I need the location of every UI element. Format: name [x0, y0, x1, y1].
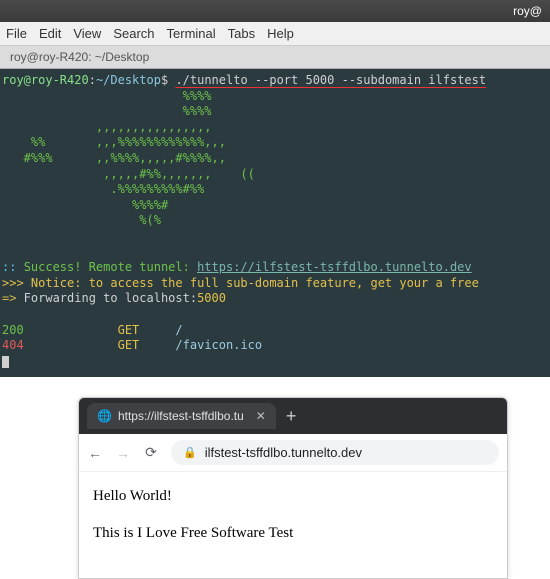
success-label: Success! Remote tunnel: — [24, 260, 197, 274]
reload-icon[interactable]: ⟳ — [143, 444, 159, 461]
browser-tab-title: https://ilfstest-tsffdlbo.tu — [118, 409, 244, 423]
command-text: ./tunnelto --port 5000 --subdomain ilfst… — [175, 73, 486, 87]
menu-bar: File Edit View Search Terminal Tabs Help — [0, 22, 550, 46]
log-status-0: 200 — [2, 323, 24, 337]
terminal-tab[interactable]: roy@roy-R420: ~/Desktop — [10, 50, 149, 64]
menu-terminal[interactable]: Terminal — [167, 26, 216, 41]
log-status-1: 404 — [2, 338, 24, 352]
menu-file[interactable]: File — [6, 26, 27, 41]
window-titlebar: roy@ — [0, 0, 550, 22]
window-title: roy@ — [513, 4, 542, 18]
notice-text: Notice: to access the full sub-domain fe… — [31, 276, 486, 290]
log-method-1: GET — [118, 338, 140, 352]
globe-icon: 🌐 — [97, 409, 112, 423]
page-line-1: Hello World! — [93, 488, 493, 505]
new-tab-button[interactable]: + — [276, 406, 307, 427]
menu-search[interactable]: Search — [113, 26, 154, 41]
terminal-cursor — [2, 356, 9, 368]
lock-icon: 🔒 — [183, 446, 197, 459]
forward-text: Forwarding to localhost: — [16, 291, 197, 305]
notice-prefix: >>> — [2, 276, 31, 290]
browser-tab[interactable]: 🌐 https://ilfstest-tsffdlbo.tu ✕ — [87, 403, 276, 429]
menu-edit[interactable]: Edit — [39, 26, 61, 41]
close-icon[interactable]: ✕ — [256, 409, 266, 423]
page-body: Hello World! This is I Love Free Softwar… — [79, 472, 507, 578]
log-path-0: / — [175, 323, 182, 337]
url-text: ilfstest-tsffdlbo.tunnelto.dev — [205, 445, 362, 460]
browser-tabstrip: 🌐 https://ilfstest-tsffdlbo.tu ✕ + — [79, 398, 507, 434]
forward-arrow: => — [2, 291, 16, 305]
log-path-1: /favicon.ico — [175, 338, 262, 352]
success-bullet: :: — [2, 260, 16, 274]
menu-tabs[interactable]: Tabs — [228, 26, 255, 41]
prompt-userhost: roy@roy-R420 — [2, 73, 89, 87]
forward-port: 5000 — [197, 291, 226, 305]
back-icon[interactable]: ← — [87, 445, 103, 461]
prompt-path: ~/Desktop — [96, 73, 161, 87]
page-line-2: This is I Love Free Software Test — [93, 525, 493, 542]
menu-help[interactable]: Help — [267, 26, 294, 41]
log-method-0: GET — [118, 323, 140, 337]
forward-icon[interactable]: → — [115, 445, 131, 461]
prompt-dollar: $ — [161, 73, 168, 87]
terminal-content[interactable]: roy@roy-R420:~/Desktop$ ./tunnelto --por… — [0, 69, 550, 377]
prompt-sep: : — [89, 73, 96, 87]
tunnel-url: https://ilfstest-tsffdlbo.tunnelto.dev — [197, 260, 472, 274]
menu-view[interactable]: View — [73, 26, 101, 41]
browser-toolbar: ← → ⟳ 🔒 ilfstest-tsffdlbo.tunnelto.dev — [79, 434, 507, 472]
ascii-art: %%%% %%%% ,,,,,,,,,,,,,,,, %% ,,,%%%%%%%… — [2, 89, 548, 229]
terminal-tab-bar: roy@roy-R420: ~/Desktop — [0, 46, 550, 69]
browser-window: 🌐 https://ilfstest-tsffdlbo.tu ✕ + ← → ⟳… — [78, 397, 508, 579]
url-bar[interactable]: 🔒 ilfstest-tsffdlbo.tunnelto.dev — [171, 440, 499, 465]
